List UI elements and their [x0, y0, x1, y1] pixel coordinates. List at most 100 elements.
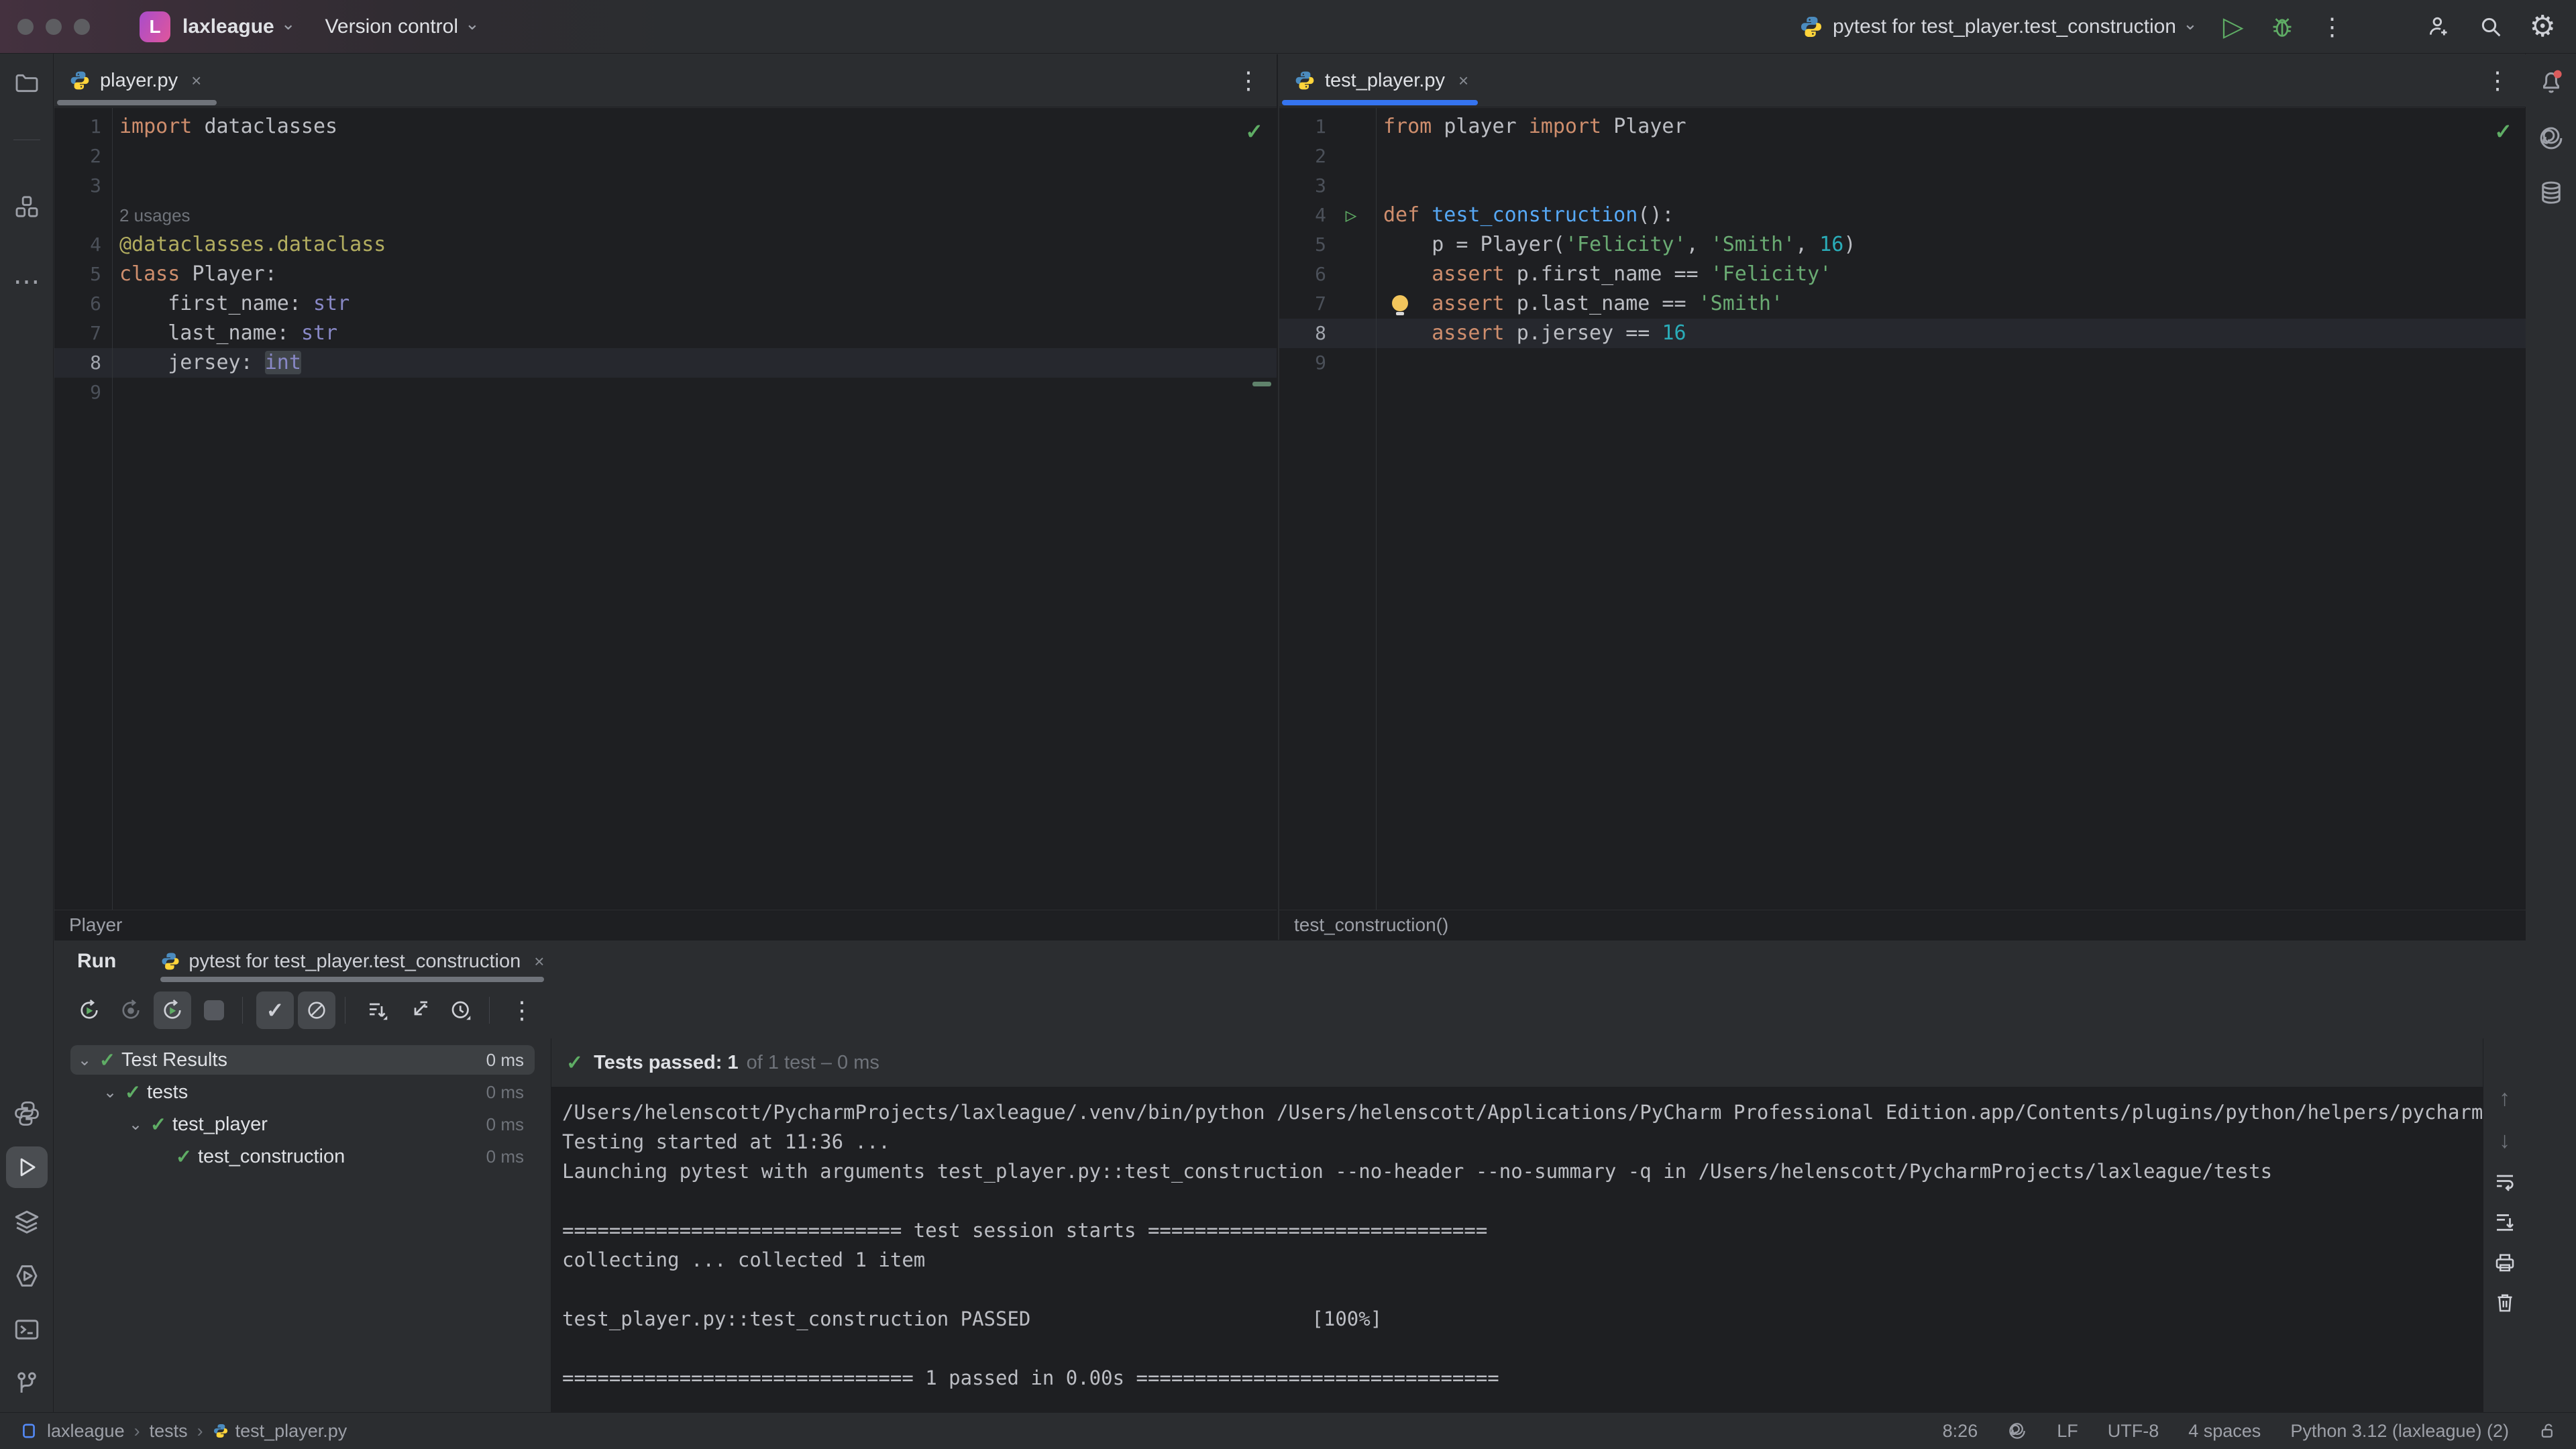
maximize-window-button[interactable]	[74, 19, 90, 35]
python-file-icon	[69, 70, 91, 91]
toolbar-separator	[489, 997, 490, 1024]
tab-close-icon[interactable]: ×	[191, 70, 201, 91]
tree-row-time: 0 ms	[486, 1114, 524, 1135]
project-badge[interactable]: L	[140, 11, 170, 42]
stop-icon[interactable]	[195, 991, 233, 1029]
interpreter-widget[interactable]: Python 3.12 (laxleague) (2)	[2290, 1421, 2509, 1442]
search-icon[interactable]	[2477, 13, 2504, 40]
chevron-expanded-icon[interactable]: ⌄	[99, 1083, 121, 1102]
gutter-separator	[112, 108, 113, 910]
settings-gear-icon[interactable]: ⚙	[2530, 13, 2556, 40]
code-editor-test-player[interactable]: 1from player import Player234▷def test_c…	[1279, 108, 2526, 910]
indent-widget[interactable]: 4 spaces	[2188, 1421, 2261, 1442]
chevron-expanded-icon[interactable]: ⌄	[124, 1115, 147, 1134]
pytest-icon	[160, 951, 180, 971]
more-tool-windows-icon[interactable]: ⋯	[13, 266, 40, 297]
console-output[interactable]: /Users/helenscott/PycharmProjects/laxlea…	[562, 1097, 2483, 1412]
project-widget[interactable]: laxleague	[20, 1421, 125, 1442]
breadcrumb[interactable]: Player	[54, 910, 1277, 940]
usages-inlay-hint[interactable]: 2 usages	[119, 205, 191, 225]
test-passed-icon: ✓	[147, 1113, 170, 1136]
navigate-to-source-icon[interactable]	[400, 991, 438, 1029]
tree-row-tests[interactable]: ⌄ ✓ tests 0 ms	[54, 1076, 551, 1108]
tree-row-label: Test Results	[121, 1049, 227, 1071]
status-breadcrumb-dir[interactable]: tests	[150, 1421, 188, 1442]
run-config-selector[interactable]: pytest for test_player.test_construction	[1833, 15, 2176, 38]
tab-close-icon[interactable]: ×	[534, 951, 544, 972]
services-layers-icon[interactable]	[13, 1208, 41, 1236]
rerun-failed-icon[interactable]	[112, 991, 150, 1029]
tab-indicator	[57, 100, 217, 105]
project-name-menu[interactable]: laxleague	[182, 15, 274, 38]
breadcrumb-separator: ›	[197, 1421, 203, 1442]
pytest-run-config-icon	[1799, 15, 1823, 39]
lock-open-icon[interactable]	[2538, 1421, 2557, 1440]
project-folder-icon[interactable]	[13, 70, 40, 97]
tab-close-icon[interactable]: ×	[1458, 70, 1468, 91]
tree-row-test-player[interactable]: ⌄ ✓ test_player 0 ms	[54, 1108, 551, 1140]
test-summary: ✓ Tests passed: 1 of 1 test – 0 ms	[551, 1038, 2483, 1087]
run-tool-window: Run pytest for test_player.test_construc…	[54, 940, 2526, 1412]
run-options-kebab-icon[interactable]: ⋮	[503, 991, 541, 1029]
more-actions-kebab-icon[interactable]: ⋮	[2320, 13, 2345, 41]
minimize-window-button[interactable]	[46, 19, 62, 35]
debug-bug-icon[interactable]	[2269, 14, 2295, 40]
editor-options-kebab-icon[interactable]: ⋮	[1236, 66, 1260, 95]
chevron-expanded-icon[interactable]: ⌄	[73, 1051, 96, 1070]
status-breadcrumb-file[interactable]: test_player.py	[213, 1421, 347, 1442]
rerun-icon[interactable]	[70, 991, 108, 1029]
version-control-menu[interactable]: Version control	[325, 15, 458, 38]
run-button[interactable]: ▷	[2223, 11, 2244, 42]
caret-position-widget[interactable]: 8:26	[1943, 1421, 1978, 1442]
git-branch-icon[interactable]	[13, 1369, 41, 1397]
intention-bulb-icon[interactable]	[1392, 295, 1408, 311]
terminal-icon[interactable]	[13, 1316, 41, 1344]
sort-tests-icon[interactable]	[359, 991, 396, 1029]
ai-assistant-icon[interactable]	[2537, 124, 2565, 152]
inspections-passed-icon[interactable]: ✓	[2494, 119, 2512, 144]
traffic-lights[interactable]	[17, 19, 102, 35]
toggle-auto-test-icon[interactable]	[154, 991, 191, 1029]
breadcrumb[interactable]: test_construction()	[1279, 910, 2526, 940]
next-occurrence-icon[interactable]: ↓	[2499, 1128, 2510, 1154]
scroll-to-end-icon[interactable]	[2493, 1210, 2517, 1234]
chevron-down-icon: ⌄	[281, 13, 296, 34]
clear-console-trash-icon[interactable]	[2493, 1291, 2517, 1315]
python-file-icon	[1294, 70, 1316, 91]
editor-options-kebab-icon[interactable]: ⋮	[2485, 66, 2510, 95]
notifications-bell-icon[interactable]	[2537, 68, 2565, 96]
services-hexagon-play-icon[interactable]	[13, 1262, 41, 1290]
test-results-tree[interactable]: ⌄ ✓ Test Results 0 ms ⌄ ✓ tests 0 ms ⌄ ✓…	[54, 1038, 551, 1412]
run-config-tab[interactable]: pytest for test_player.test_construction…	[160, 941, 544, 982]
run-toolbar: ✓ ⋮	[54, 982, 2526, 1038]
tree-row-test-results[interactable]: ⌄ ✓ Test Results 0 ms	[54, 1044, 551, 1076]
ai-assistant-status-icon[interactable]	[2007, 1421, 2027, 1441]
print-icon[interactable]	[2493, 1250, 2517, 1275]
tree-row-time: 0 ms	[486, 1050, 524, 1071]
status-breadcrumb-project[interactable]: laxleague	[47, 1421, 125, 1442]
show-passed-icon[interactable]: ✓	[256, 991, 294, 1029]
tree-row-label: test_construction	[198, 1146, 345, 1168]
tab-test-player-py[interactable]: test_player.py ×	[1279, 54, 1486, 107]
status-bar: laxleague › tests › test_player.py 8:26 …	[0, 1412, 2576, 1449]
database-icon[interactable]	[2537, 179, 2565, 207]
prev-occurrence-icon[interactable]: ↑	[2499, 1085, 2510, 1112]
run-test-gutter-icon[interactable]: ▷	[1346, 201, 1357, 230]
show-ignored-icon[interactable]	[298, 991, 335, 1029]
encoding-widget[interactable]: UTF-8	[2108, 1421, 2159, 1442]
close-window-button[interactable]	[17, 19, 34, 35]
tree-row-test-construction[interactable]: ✓ test_construction 0 ms	[54, 1140, 551, 1173]
editor-split-right: test_player.py × ⋮ 1from player import P…	[1279, 54, 2526, 940]
run-tool-window-button[interactable]	[6, 1146, 48, 1188]
gutter-separator	[1376, 108, 1377, 910]
sort-by-duration-clock-icon[interactable]	[442, 991, 480, 1029]
line-separator-widget[interactable]: LF	[2057, 1421, 2078, 1442]
inspections-passed-icon[interactable]: ✓	[1245, 119, 1263, 144]
structure-icon[interactable]	[13, 193, 40, 220]
tab-player-py[interactable]: player.py ×	[54, 54, 219, 107]
python-packages-icon[interactable]	[13, 1099, 41, 1128]
code-editor-player[interactable]: 1import dataclasses232 usages4@dataclass…	[54, 108, 1277, 910]
add-user-icon[interactable]	[2425, 13, 2452, 40]
run-content: ⌄ ✓ Test Results 0 ms ⌄ ✓ tests 0 ms ⌄ ✓…	[54, 1038, 2526, 1412]
soft-wrap-icon[interactable]	[2493, 1170, 2517, 1194]
